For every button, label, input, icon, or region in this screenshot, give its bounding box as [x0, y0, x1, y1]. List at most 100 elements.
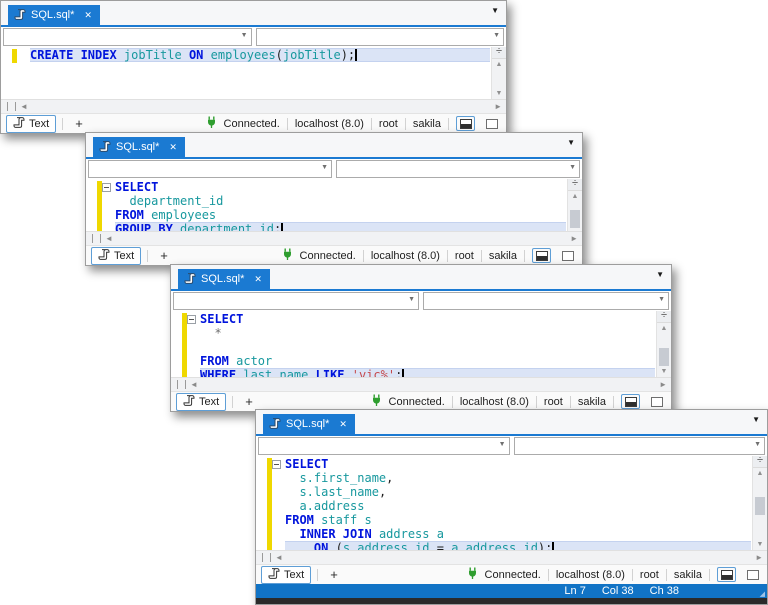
tab-list-dropdown-icon[interactable]: ▼ — [752, 415, 760, 424]
horizontal-scrollbar[interactable]: ◄► — [1, 99, 506, 113]
horizontal-scrollbar[interactable]: ◄► — [256, 550, 767, 564]
combo-left[interactable]: ▼ — [3, 28, 252, 46]
results-layout-horizontal-button[interactable] — [456, 116, 475, 131]
combo-dropdown-icon[interactable]: ▼ — [241, 32, 248, 39]
horizontal-scrollbar[interactable]: ◄► — [86, 231, 582, 245]
user-label[interactable]: root — [640, 569, 659, 581]
new-tab-button[interactable]: + — [69, 116, 89, 131]
tab-sql-document[interactable]: SQL.sql*✕ — [178, 269, 270, 289]
scrollbar-thumb[interactable] — [570, 210, 580, 228]
new-tab-button[interactable]: + — [154, 248, 174, 263]
fold-collapse-icon[interactable] — [102, 183, 111, 192]
scroll-left-icon[interactable]: ◄ — [105, 234, 113, 243]
scroll-left-icon[interactable]: ◄ — [20, 102, 28, 111]
combo-dropdown-icon[interactable]: ▼ — [569, 164, 576, 171]
scrollbar-thumb[interactable] — [659, 348, 669, 366]
scrollbar-track[interactable] — [492, 70, 506, 88]
combo-dropdown-icon[interactable]: ▼ — [408, 296, 415, 303]
tab-list-dropdown-icon[interactable]: ▼ — [567, 138, 575, 147]
results-layout-box-button[interactable] — [482, 116, 501, 131]
text-mode-button[interactable]: Text — [261, 566, 311, 584]
hscroll-splitter-grip[interactable] — [177, 380, 186, 389]
host-label[interactable]: localhost (8.0) — [460, 396, 529, 408]
combo-dropdown-icon[interactable]: ▼ — [658, 296, 665, 303]
results-layout-horizontal-button[interactable] — [621, 394, 640, 409]
results-layout-horizontal-button[interactable] — [532, 248, 551, 263]
combo-left[interactable]: ▼ — [258, 437, 510, 455]
database-label[interactable]: sakila — [413, 118, 441, 130]
vertical-scrollbar[interactable]: ÷▲▼ — [656, 311, 671, 377]
scroll-right-icon[interactable]: ► — [755, 553, 763, 562]
tab-sql-document[interactable]: SQL.sql*✕ — [93, 137, 185, 157]
scroll-right-icon[interactable]: ► — [494, 102, 502, 111]
resize-grip-icon[interactable]: ◢ — [760, 590, 765, 598]
new-tab-button[interactable]: + — [239, 394, 259, 409]
vertical-scrollbar[interactable]: ÷▲▼ — [567, 179, 582, 231]
results-layout-horizontal-button[interactable] — [717, 567, 736, 582]
combo-dropdown-icon[interactable]: ▼ — [321, 164, 328, 171]
tab-close-icon[interactable]: ✕ — [169, 143, 177, 152]
split-editor-handle[interactable]: ÷ — [753, 456, 767, 468]
text-mode-button[interactable]: Text — [91, 247, 141, 265]
scroll-down-icon[interactable]: ▼ — [496, 88, 503, 99]
combo-dropdown-icon[interactable]: ▼ — [754, 441, 761, 448]
scroll-up-icon[interactable]: ▲ — [496, 59, 503, 70]
scroll-down-icon[interactable]: ▼ — [757, 539, 764, 550]
host-label[interactable]: localhost (8.0) — [556, 569, 625, 581]
scrollbar-track[interactable] — [657, 334, 671, 366]
hscroll-splitter-grip[interactable] — [92, 234, 101, 243]
host-label[interactable]: localhost (8.0) — [295, 118, 364, 130]
vertical-scrollbar[interactable]: ÷▲ ▼ — [752, 456, 767, 550]
combo-right[interactable]: ▼ — [336, 160, 580, 178]
horizontal-scrollbar[interactable]: ◄► — [171, 377, 671, 391]
scroll-right-icon[interactable]: ► — [570, 234, 578, 243]
hscroll-splitter-grip[interactable] — [262, 553, 271, 562]
host-label[interactable]: localhost (8.0) — [371, 250, 440, 262]
fold-collapse-icon[interactable] — [272, 460, 281, 469]
results-layout-box-button[interactable] — [558, 248, 577, 263]
combo-right[interactable]: ▼ — [514, 437, 766, 455]
tab-close-icon[interactable]: ✕ — [84, 11, 92, 20]
hscroll-splitter-grip[interactable] — [7, 102, 16, 111]
tab-close-icon[interactable]: ✕ — [339, 420, 347, 429]
database-label[interactable]: sakila — [578, 396, 606, 408]
tab-sql-document[interactable]: SQL.sql*✕ — [8, 5, 100, 25]
sql-code-editor[interactable]: SELECT s.first_name, s.last_name, a.addr… — [256, 456, 767, 550]
scroll-up-icon[interactable]: ▲ — [572, 191, 579, 202]
tab-list-dropdown-icon[interactable]: ▼ — [491, 6, 499, 15]
text-mode-button[interactable]: Text — [6, 115, 56, 133]
scrollbar-track[interactable] — [568, 202, 582, 220]
combo-left[interactable]: ▼ — [173, 292, 419, 310]
fold-collapse-icon[interactable] — [187, 315, 196, 324]
sql-code-editor[interactable]: SELECT *FROM actorWHERE last_name LIKE '… — [171, 311, 671, 377]
scroll-right-icon[interactable]: ► — [659, 380, 667, 389]
user-label[interactable]: root — [455, 250, 474, 262]
new-tab-button[interactable]: + — [324, 567, 344, 582]
scrollbar-track[interactable] — [753, 479, 767, 539]
vertical-scrollbar[interactable]: ÷▲ ▼ — [491, 47, 506, 99]
tab-close-icon[interactable]: ✕ — [254, 275, 262, 284]
scroll-down-icon[interactable]: ▼ — [661, 366, 668, 377]
tab-list-dropdown-icon[interactable]: ▼ — [656, 270, 664, 279]
split-editor-handle[interactable]: ÷ — [657, 311, 671, 323]
combo-right[interactable]: ▼ — [423, 292, 669, 310]
combo-left[interactable]: ▼ — [88, 160, 332, 178]
sql-code-editor[interactable]: CREATE INDEX jobTitle ON employees(jobTi… — [1, 47, 506, 99]
split-editor-handle[interactable]: ÷ — [568, 179, 582, 191]
combo-dropdown-icon[interactable]: ▼ — [499, 441, 506, 448]
scroll-up-icon[interactable]: ▲ — [757, 468, 764, 479]
results-layout-box-button[interactable] — [743, 567, 762, 582]
user-label[interactable]: root — [379, 118, 398, 130]
scroll-left-icon[interactable]: ◄ — [275, 553, 283, 562]
tab-sql-document[interactable]: SQL.sql*✕ — [263, 414, 355, 434]
user-label[interactable]: root — [544, 396, 563, 408]
results-layout-box-button[interactable] — [647, 394, 666, 409]
combo-dropdown-icon[interactable]: ▼ — [493, 32, 500, 39]
scrollbar-thumb[interactable] — [755, 497, 765, 515]
database-label[interactable]: sakila — [489, 250, 517, 262]
combo-right[interactable]: ▼ — [256, 28, 505, 46]
database-label[interactable]: sakila — [674, 569, 702, 581]
text-mode-button[interactable]: Text — [176, 393, 226, 411]
scroll-left-icon[interactable]: ◄ — [190, 380, 198, 389]
split-editor-handle[interactable]: ÷ — [492, 47, 506, 59]
